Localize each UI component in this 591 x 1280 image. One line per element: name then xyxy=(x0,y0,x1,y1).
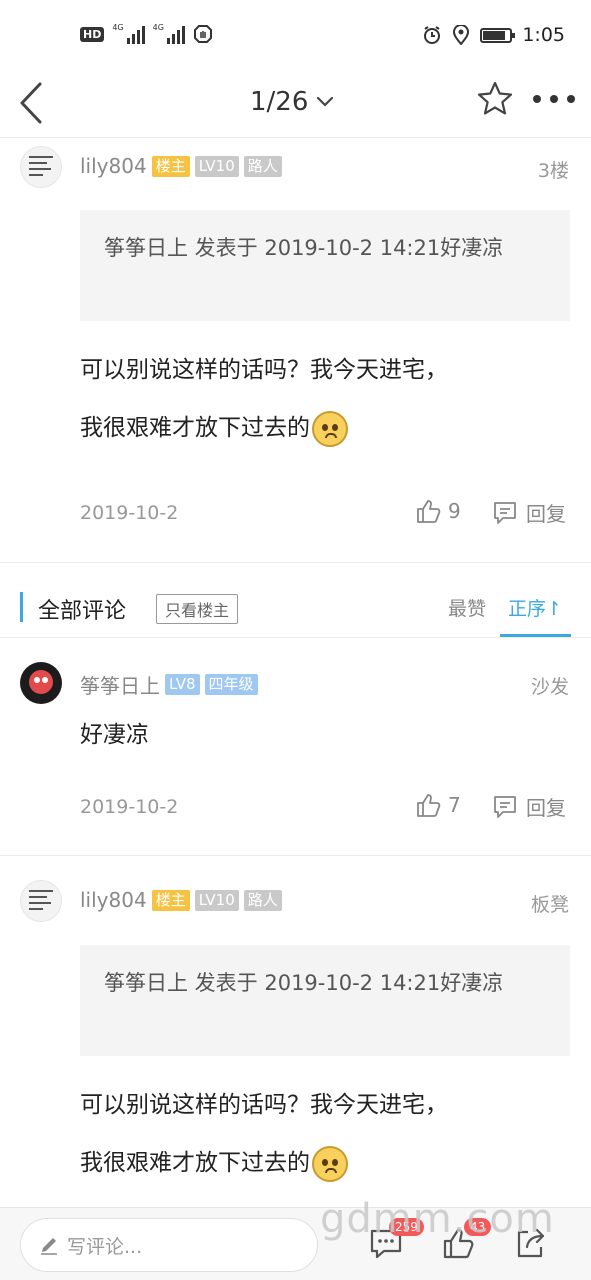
like-button[interactable]: 9 xyxy=(416,498,461,524)
signal-1-icon: 4G xyxy=(112,23,145,44)
location-icon xyxy=(453,25,470,45)
title-badge: 四年级 xyxy=(204,674,258,695)
page-indicator[interactable]: 1/26 xyxy=(250,82,334,122)
divider xyxy=(0,562,591,563)
level-badge: LV10 xyxy=(194,155,239,177)
quote-block: 筝筝日上 发表于 2019-10-2 14:21好凄凉 xyxy=(80,945,570,1056)
like-count: 7 xyxy=(448,793,461,817)
thumb-up-icon xyxy=(417,794,441,817)
quote-block: 筝筝日上 发表于 2019-10-2 14:21好凄凉 xyxy=(80,210,570,321)
bottom-bar: 写评论... 259 43 xyxy=(0,1207,591,1280)
like-post-button[interactable]: 43 xyxy=(442,1218,492,1262)
signal-2-label: 4G xyxy=(152,23,164,32)
content-line-2: 我很艰难才放下过去的 xyxy=(80,1134,560,1192)
clock: 1:05 xyxy=(522,24,565,46)
reply-label: 回复 xyxy=(526,796,566,820)
floor-label: 沙发 xyxy=(530,676,569,698)
post-content: 可以别说这样的话吗？我今天进宅， 我很艰难才放下过去的 xyxy=(80,1076,560,1192)
avatar[interactable] xyxy=(20,662,62,704)
status-right: 1:05 xyxy=(422,24,565,46)
reply-button[interactable]: 回复 xyxy=(492,498,566,527)
owner-badge: 楼主 xyxy=(151,155,190,177)
reply-bubble-icon xyxy=(494,795,516,818)
title-badge: 路人 xyxy=(243,889,282,911)
page-indicator-label: 1/26 xyxy=(250,87,309,117)
hand-icon xyxy=(193,25,212,43)
divider xyxy=(0,637,591,638)
content-line-1: 可以别说这样的话吗？我今天进宅， xyxy=(80,1092,448,1118)
chevron-down-icon xyxy=(317,96,334,107)
more-icon[interactable] xyxy=(533,90,575,108)
floor-label: 板凳 xyxy=(530,894,569,916)
worried-emoji-icon xyxy=(312,410,348,447)
thumb-up-icon xyxy=(417,500,441,523)
sort-order-tab[interactable]: 正序↾ xyxy=(508,594,562,621)
post-content: 可以别说这样的话吗？我今天进宅， 我很艰难才放下过去的 xyxy=(80,341,560,457)
avatar[interactable] xyxy=(20,880,62,922)
title-badge: 路人 xyxy=(243,155,282,177)
signal-1-label: 4G xyxy=(112,23,124,32)
alarm-icon xyxy=(424,26,441,44)
floor-label: 3楼 xyxy=(537,160,569,182)
share-icon xyxy=(517,1228,545,1258)
comment-date: 2019-10-2 xyxy=(80,796,179,818)
star-icon[interactable] xyxy=(476,80,514,118)
post-floor-3: lily804 楼主 LV10 路人 3楼 筝筝日上 发表于 2019-10-2… xyxy=(0,138,591,563)
owner-only-filter[interactable]: 只看楼主 xyxy=(156,594,239,624)
post-date: 2019-10-2 xyxy=(80,502,179,524)
signal-2-icon: 4G xyxy=(153,24,185,44)
like-count-badge: 43 xyxy=(464,1218,492,1236)
comment-content: 好凄凉 xyxy=(80,722,149,748)
status-bar: HD 4G 4G 1:05 xyxy=(0,0,591,72)
section-accent-bar xyxy=(20,592,23,622)
divider xyxy=(0,855,591,856)
reply-button[interactable]: 回复 xyxy=(492,792,566,821)
content-line-1: 可以别说这样的话吗？我今天进宅， xyxy=(80,357,448,383)
content-line-2: 我很艰难才放下过去的 xyxy=(80,399,560,457)
reply-bubble-icon xyxy=(494,501,516,524)
worried-emoji-icon xyxy=(312,1145,348,1182)
content-line-2-text: 我很艰难才放下过去的 xyxy=(80,1150,310,1176)
comment-input[interactable]: 写评论... xyxy=(20,1218,318,1272)
like-button[interactable]: 7 xyxy=(416,792,461,818)
like-count: 9 xyxy=(448,499,461,523)
user-line: 筝筝日上 LV8 四年级 xyxy=(80,670,258,699)
comment-sofa: 筝筝日上 LV8 四年级 沙发 好凄凉 2019-10-2 7 回复 xyxy=(0,650,591,855)
level-badge: LV8 xyxy=(165,674,200,695)
sort-best-tab[interactable]: 最赞 xyxy=(448,594,486,621)
username[interactable]: lily804 xyxy=(80,154,147,178)
username[interactable]: lily804 xyxy=(80,888,147,912)
pencil-icon xyxy=(41,1238,57,1255)
post-bench: lily804 楼主 LV10 路人 板凳 筝筝日上 发表于 2019-10-2… xyxy=(0,870,591,1207)
comments-button[interactable]: 259 xyxy=(369,1218,424,1262)
battery-icon xyxy=(480,27,516,43)
hd-badge: HD xyxy=(80,26,105,42)
comment-input-placeholder: 写评论... xyxy=(67,1235,143,1258)
level-badge: LV10 xyxy=(194,889,239,911)
reply-label: 回复 xyxy=(526,502,566,526)
comments-title: 全部评论 xyxy=(38,599,127,624)
user-line: lily804 楼主 LV10 路人 xyxy=(80,888,282,912)
status-left: HD 4G 4G xyxy=(80,24,213,44)
nav-bar: 1/26 xyxy=(0,72,591,138)
back-arrow-icon[interactable] xyxy=(14,78,54,128)
avatar[interactable] xyxy=(20,146,62,188)
username[interactable]: 筝筝日上 xyxy=(80,670,160,699)
share-button[interactable] xyxy=(514,1226,550,1262)
owner-badge: 楼主 xyxy=(151,889,190,911)
user-line: lily804 楼主 LV10 路人 xyxy=(80,154,282,178)
comment-count-badge: 259 xyxy=(389,1218,424,1236)
content-line-2-text: 我很艰难才放下过去的 xyxy=(80,415,310,441)
